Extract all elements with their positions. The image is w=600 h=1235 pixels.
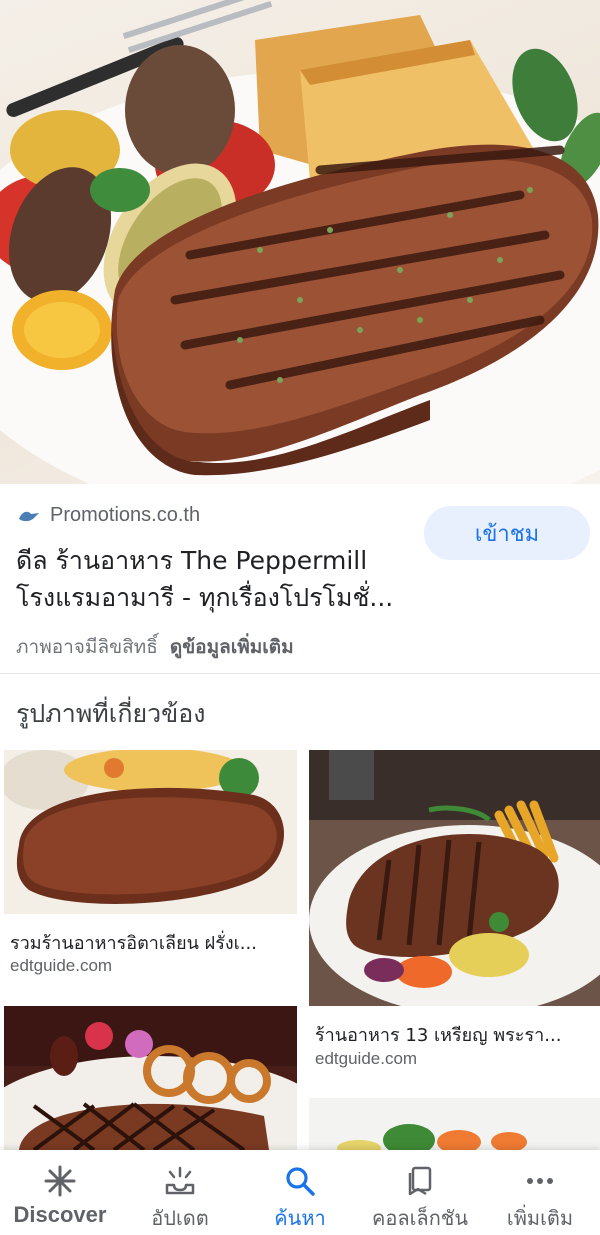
site-favicon-icon: [19, 511, 39, 521]
nav-label: เพิ่มเติม: [506, 1206, 574, 1230]
visit-button[interactable]: เข้าชม: [424, 506, 590, 560]
related-image-thumbnail: [4, 750, 297, 914]
related-image-card[interactable]: รวมร้านอาหารอิตาเลียน ฝรั่งเ... edtguide…: [4, 750, 297, 990]
image-result-panel: Promotions.co.th เข้าชม ดีล ร้านอาหาร Th…: [0, 484, 600, 674]
learn-more-link[interactable]: ดูข้อมูลเพิ่มเติม: [170, 636, 294, 658]
nav-discover[interactable]: Discover: [0, 1150, 120, 1235]
related-image-card[interactable]: ร้านอาหาร 13 เหรียญ พระรา... edtguide.co…: [309, 750, 600, 1080]
copyright-notice: ภาพอาจมีลิขสิทธิ์ ดูข้อมูลเพิ่มเติม: [16, 632, 294, 662]
related-image-thumbnail: [309, 1098, 600, 1150]
related-image-source: edtguide.com: [315, 1049, 418, 1068]
nav-label: Discover: [13, 1202, 107, 1227]
asterisk-icon: [43, 1164, 77, 1198]
nav-updates[interactable]: อัปเดต: [120, 1150, 240, 1235]
related-image-thumbnail: [4, 1006, 297, 1150]
bottom-navigation: Discover อัปเดต ค้นหา คอลเล็กชัน เพิ่มเต…: [0, 1150, 600, 1235]
nav-label: อัปเดต: [151, 1206, 209, 1230]
nav-search[interactable]: ค้นหา: [240, 1150, 360, 1235]
bookmark-icon: [403, 1164, 437, 1198]
related-images-heading: รูปภาพที่เกี่ยวข้อง: [16, 699, 206, 728]
nav-more[interactable]: เพิ่มเติม: [480, 1150, 600, 1235]
result-title[interactable]: ดีล ร้านอาหาร The Peppermill โรงแรมอามาร…: [16, 542, 416, 616]
related-image-caption: ร้านอาหาร 13 เหรียญ พระรา...: [315, 1025, 562, 1046]
related-image-source: edtguide.com: [10, 956, 113, 975]
result-title-line-2: โรงแรมอามารี - ทุกเรื่องโปรโมชั่...: [16, 583, 394, 612]
search-icon: [283, 1164, 317, 1198]
updates-icon: [163, 1164, 197, 1198]
source-row[interactable]: Promotions.co.th: [18, 504, 200, 527]
nav-collections[interactable]: คอลเล็กชัน: [360, 1150, 480, 1235]
related-image-caption: รวมร้านอาหารอิตาเลียน ฝรั่งเ...: [10, 933, 257, 954]
more-icon: [523, 1164, 557, 1198]
related-image-card[interactable]: [309, 1098, 600, 1150]
result-title-line-1: ดีล ร้านอาหาร The Peppermill: [16, 546, 368, 575]
related-image-thumbnail: [309, 750, 600, 1006]
source-name: Promotions.co.th: [50, 504, 201, 526]
nav-label: ค้นหา: [274, 1206, 326, 1230]
related-image-card[interactable]: [4, 1006, 297, 1150]
copyright-text: ภาพอาจมีลิขสิทธิ์: [16, 636, 158, 658]
nav-label: คอลเล็กชัน: [371, 1206, 469, 1230]
main-image[interactable]: [0, 0, 600, 484]
